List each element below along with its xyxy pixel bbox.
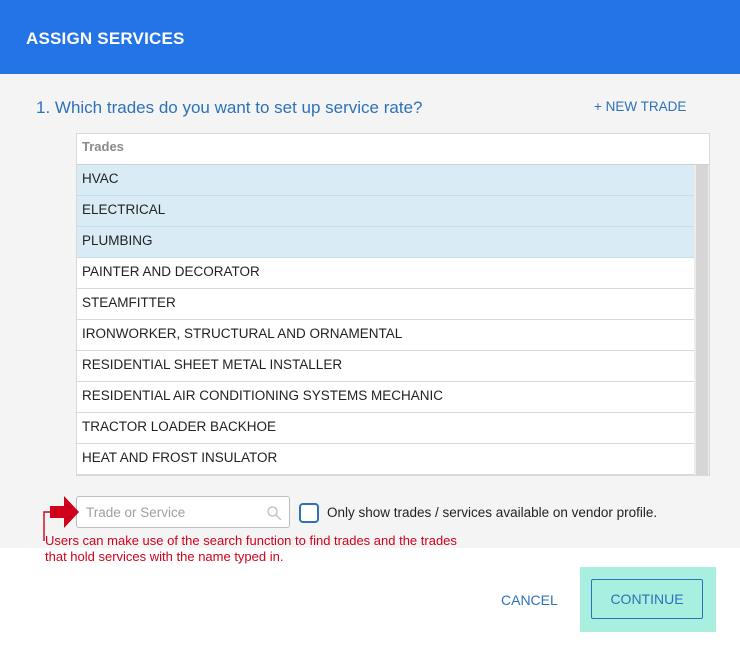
trade-row[interactable]: TRACTOR LOADER BACKHOE (77, 413, 694, 444)
trades-list: HVAC ELECTRICAL PLUMBING PAINTER AND DECORA… (77, 165, 694, 475)
search-annotation: Users can make use of the search functio… (45, 533, 457, 564)
cancel-button[interactable]: CANCEL (501, 592, 558, 608)
trades-table: Trades HVAC ELECTRICAL PLUMBING PAINTER AND… (76, 133, 710, 476)
trades-column-header: Trades (77, 134, 709, 165)
trades-question: 1. Which trades do you want to set up se… (36, 98, 423, 117)
continue-highlight: CONTINUE (580, 567, 716, 632)
trade-row[interactable]: PAINTER AND DECORATOR (77, 258, 694, 289)
dialog-title: ASSIGN SERVICES (26, 29, 185, 48)
dialog-body: 1. Which trades do you want to set up se… (0, 74, 740, 548)
trade-search-field[interactable] (76, 496, 290, 528)
search-icon[interactable] (266, 505, 282, 521)
trade-row[interactable]: HVAC (77, 165, 694, 196)
trade-row[interactable]: RESIDENTIAL AIR CONDITIONING SYSTEMS MEC… (77, 382, 694, 413)
new-trade-button[interactable]: + NEW TRADE (594, 99, 686, 114)
trade-search-input[interactable] (77, 497, 257, 527)
vendor-profile-filter-label: Only show trades / services available on… (327, 505, 658, 520)
trades-scrollbar[interactable] (694, 165, 709, 475)
trade-row[interactable]: HEAT AND FROST INSULATOR (77, 444, 694, 475)
vendor-profile-filter-checkbox[interactable] (299, 503, 319, 523)
trade-row[interactable]: STEAMFITTER (77, 289, 694, 320)
trade-row[interactable]: IRONWORKER, STRUCTURAL AND ORNAMENTAL (77, 320, 694, 351)
scrollbar-thumb[interactable] (696, 165, 708, 475)
trade-row[interactable]: ELECTRICAL (77, 196, 694, 227)
trade-row[interactable]: PLUMBING (77, 227, 694, 258)
trade-row[interactable]: RESIDENTIAL SHEET METAL INSTALLER (77, 351, 694, 382)
dialog-header: ASSIGN SERVICES (0, 0, 740, 74)
continue-button[interactable]: CONTINUE (591, 579, 703, 619)
